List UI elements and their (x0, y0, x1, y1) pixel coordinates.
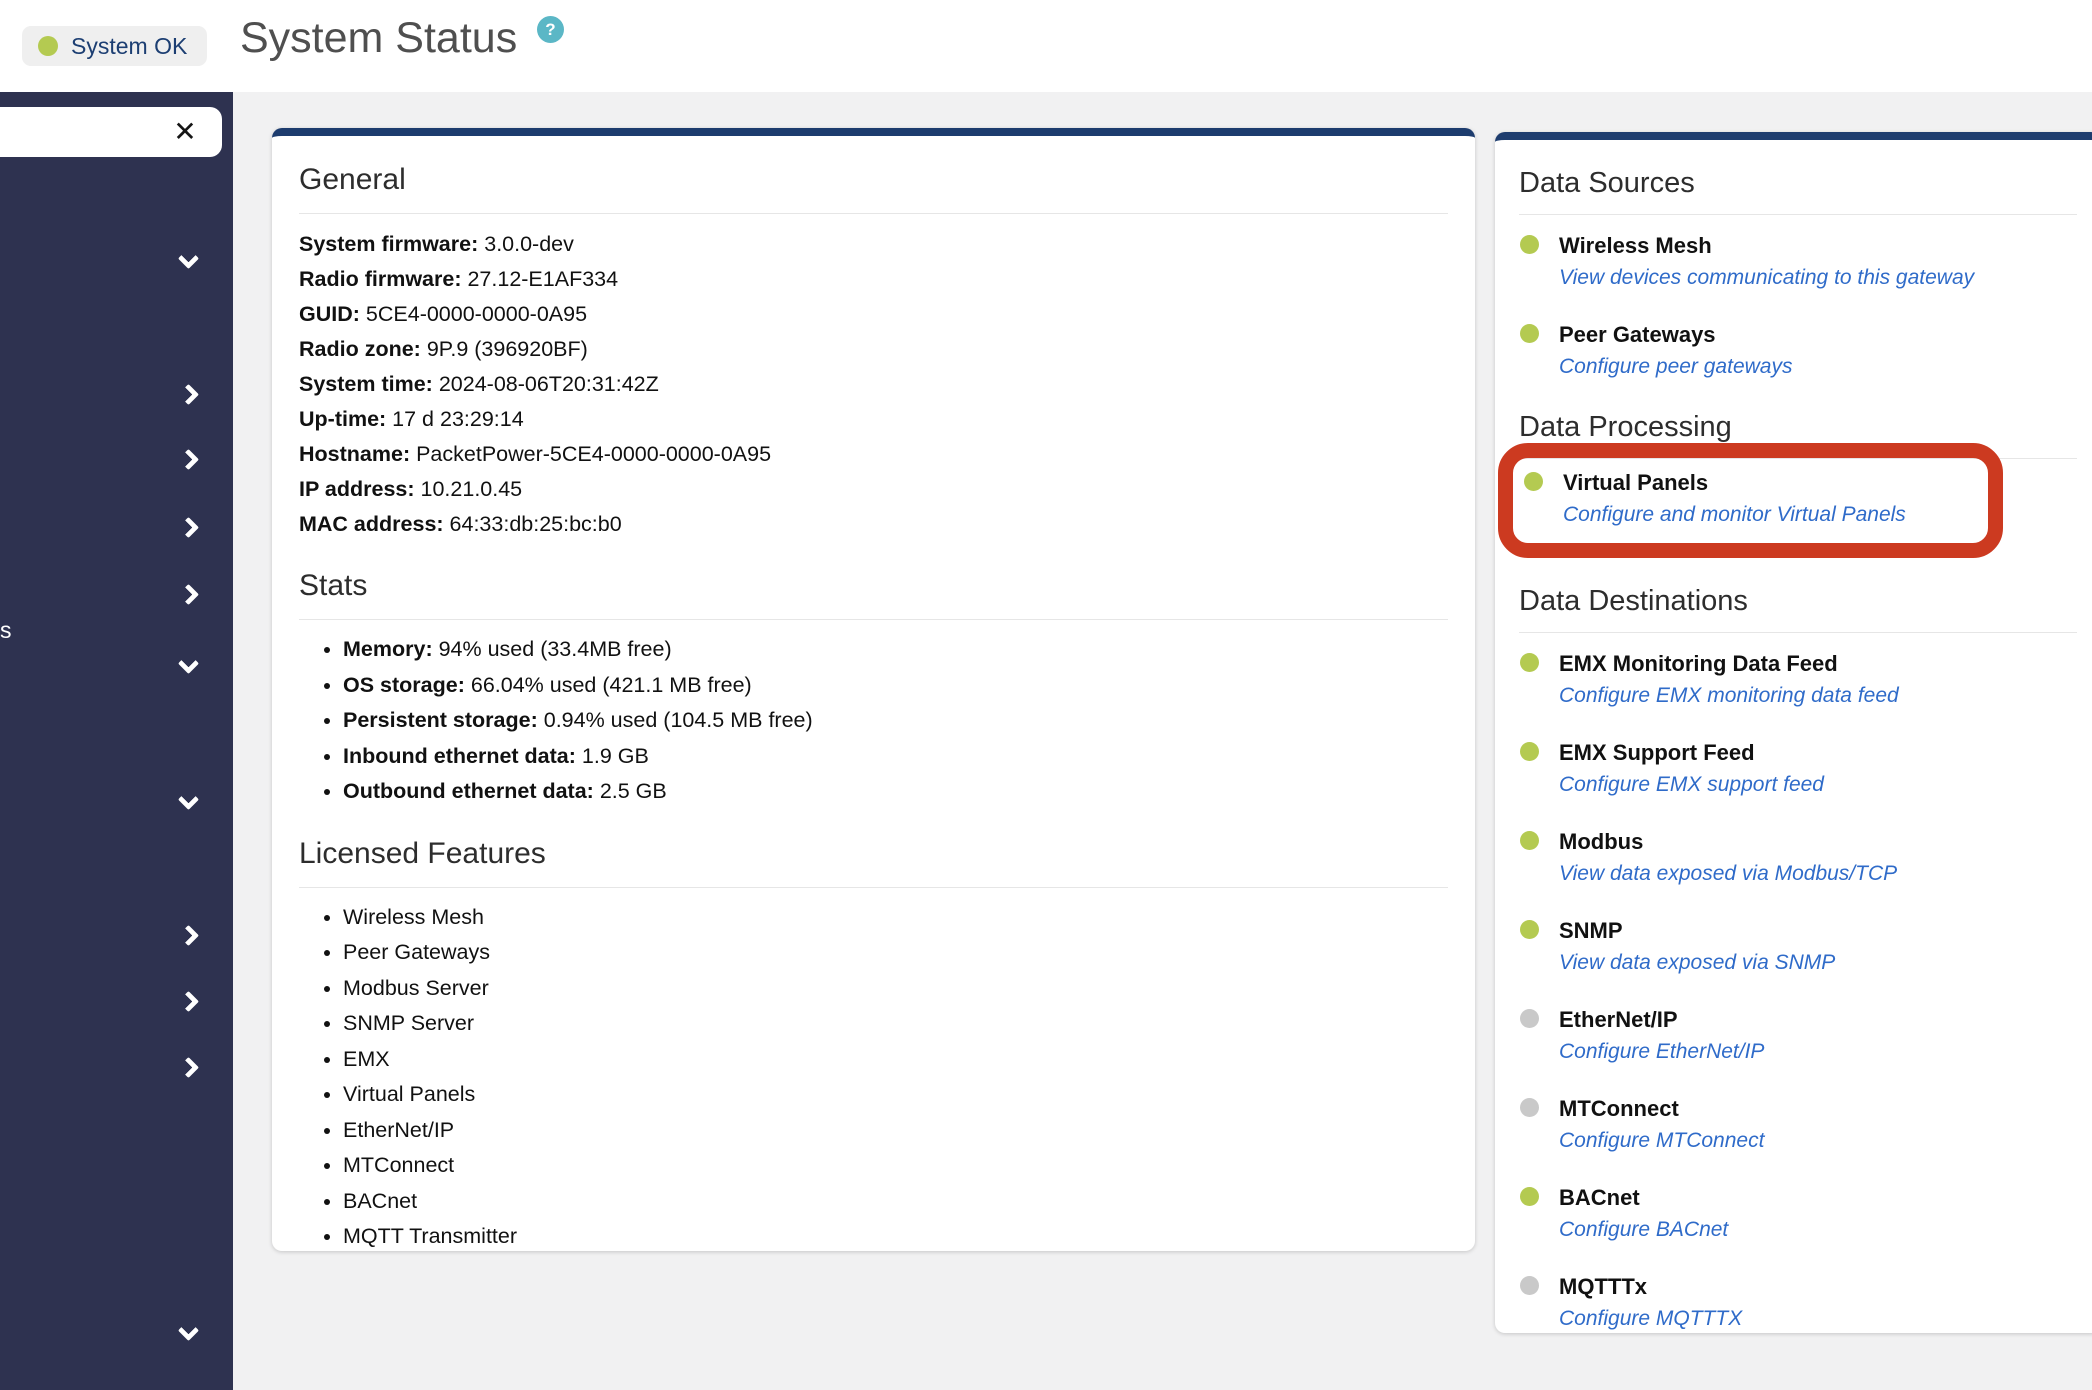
list-item-mtconnect: MTConnect Configure MTConnect (1519, 1093, 2077, 1158)
field-row: MAC address: 64:33:db:25:bc:b0 (299, 507, 1448, 542)
chevron-down-icon[interactable] (178, 653, 199, 674)
sidebar-truncated-label: s (0, 617, 12, 644)
item-link[interactable]: Configure peer gateways (1559, 350, 1792, 384)
status-dot-icon (1524, 472, 1543, 491)
status-badge-label: System OK (71, 33, 187, 60)
status-dot-icon (1520, 742, 1539, 761)
list-item: OS storage: 66.04% used (421.1 MB free) (343, 668, 1448, 704)
stats-title: Stats (299, 567, 1448, 605)
chevron-right-icon[interactable] (178, 449, 199, 470)
general-title: General (299, 161, 1448, 199)
item-link[interactable]: Configure EMX support feed (1559, 768, 1824, 802)
divider (299, 619, 1448, 620)
list-item: Persistent storage: 0.94% used (104.5 MB… (343, 703, 1448, 739)
list-item-bacnet: BACnet Configure BACnet (1519, 1182, 2077, 1247)
list-item-wireless-mesh: Wireless Mesh View devices communicating… (1519, 230, 2077, 295)
list-item: Wireless Mesh (343, 900, 1448, 936)
data-panel: Data Sources Wireless Mesh View devices … (1495, 132, 2092, 1333)
list-item: EMX (343, 1042, 1448, 1078)
item-link[interactable]: View devices communicating to this gatew… (1559, 261, 1974, 295)
chevron-down-icon[interactable] (178, 248, 199, 269)
list-item: EtherNet/IP (343, 1113, 1448, 1149)
divider (299, 213, 1448, 214)
list-item: BACnet (343, 1184, 1448, 1220)
chevron-right-icon[interactable] (178, 384, 199, 405)
item-link[interactable]: Configure EtherNet/IP (1559, 1035, 1764, 1069)
divider (1519, 632, 2077, 633)
divider (1519, 214, 2077, 215)
header: System OK System Status ? (0, 0, 2092, 92)
item-link[interactable]: Configure MQTTTX (1559, 1302, 1742, 1333)
general-fields: System firmware: 3.0.0-dev Radio firmwar… (299, 227, 1448, 542)
item-link[interactable]: Configure BACnet (1559, 1213, 1728, 1247)
data-destinations-title: Data Destinations (1519, 582, 2077, 620)
chevron-down-icon[interactable] (178, 789, 199, 810)
close-icon: ✕ (173, 116, 196, 147)
chevron-right-icon[interactable] (178, 991, 199, 1012)
item-link[interactable]: View data exposed via Modbus/TCP (1559, 857, 1897, 891)
item-link[interactable]: Configure MTConnect (1559, 1124, 1764, 1158)
item-link[interactable]: Configure and monitor Virtual Panels (1563, 498, 1906, 532)
status-ok-dot-icon (38, 36, 58, 56)
chevron-right-icon[interactable] (178, 1057, 199, 1078)
licensed-features-title: Licensed Features (299, 835, 1448, 873)
field-row: Up-time: 17 d 23:29:14 (299, 402, 1448, 437)
chevron-right-icon[interactable] (178, 925, 199, 946)
field-row: Hostname: PacketPower-5CE4-0000-0000-0A9… (299, 437, 1448, 472)
field-row: System firmware: 3.0.0-dev (299, 227, 1448, 262)
highlight-ring: Virtual Panels Configure and monitor Vir… (1498, 443, 2003, 558)
general-panel: General System firmware: 3.0.0-dev Radio… (272, 128, 1475, 1251)
list-item: MTConnect (343, 1148, 1448, 1184)
list-item-virtual-panels: Virtual Panels Configure and monitor Vir… (1523, 467, 1988, 532)
sidebar: ✕ s (0, 92, 233, 1390)
chevron-down-icon[interactable] (178, 1320, 199, 1341)
data-processing-title: Data Processing (1519, 408, 2077, 446)
status-dot-icon (1520, 1276, 1539, 1295)
divider (299, 887, 1448, 888)
data-sources-title: Data Sources (1519, 164, 2077, 202)
list-item-snmp: SNMP View data exposed via SNMP (1519, 915, 2077, 980)
list-item: Outbound ethernet data: 2.5 GB (343, 774, 1448, 810)
page-title: System Status (240, 8, 517, 68)
list-item-mqtttx: MQTTTx Configure MQTTTX (1519, 1271, 2077, 1333)
licensed-features-list: Wireless Mesh Peer Gateways Modbus Serve… (299, 900, 1448, 1252)
list-item-peer-gateways: Peer Gateways Configure peer gateways (1519, 319, 2077, 384)
item-link[interactable]: Configure EMX monitoring data feed (1559, 679, 1899, 713)
status-dot-icon (1520, 324, 1539, 343)
list-item: MQTT Transmitter (343, 1219, 1448, 1251)
status-dot-icon (1520, 235, 1539, 254)
list-item: Virtual Panels (343, 1077, 1448, 1113)
field-row: GUID: 5CE4-0000-0000-0A95 (299, 297, 1448, 332)
field-row: System time: 2024-08-06T20:31:42Z (299, 367, 1448, 402)
status-dot-icon (1520, 1098, 1539, 1117)
list-item-modbus: Modbus View data exposed via Modbus/TCP (1519, 826, 2077, 891)
list-item-emx-support: EMX Support Feed Configure EMX support f… (1519, 737, 2077, 802)
chevron-right-icon[interactable] (178, 517, 199, 538)
status-dot-icon (1520, 1009, 1539, 1028)
list-item: Memory: 94% used (33.4MB free) (343, 632, 1448, 668)
sidebar-close-button[interactable]: ✕ (169, 116, 201, 148)
status-dot-icon (1520, 1187, 1539, 1206)
item-link[interactable]: View data exposed via SNMP (1559, 946, 1835, 980)
status-dot-icon (1520, 831, 1539, 850)
field-row: Radio firmware: 27.12-E1AF334 (299, 262, 1448, 297)
stats-list: Memory: 94% used (33.4MB free) OS storag… (299, 632, 1448, 810)
list-item-emx-monitoring: EMX Monitoring Data Feed Configure EMX m… (1519, 648, 2077, 713)
chevron-right-icon[interactable] (178, 584, 199, 605)
list-item: SNMP Server (343, 1006, 1448, 1042)
status-badge: System OK (22, 26, 207, 66)
field-row: IP address: 10.21.0.45 (299, 472, 1448, 507)
status-dot-icon (1520, 653, 1539, 672)
list-item: Peer Gateways (343, 935, 1448, 971)
list-item: Modbus Server (343, 971, 1448, 1007)
help-icon[interactable]: ? (537, 16, 564, 43)
field-row: Radio zone: 9P.9 (396920BF) (299, 332, 1448, 367)
sidebar-menu-header: ✕ (0, 107, 222, 157)
list-item: Inbound ethernet data: 1.9 GB (343, 739, 1448, 775)
status-dot-icon (1520, 920, 1539, 939)
list-item-ethernet-ip: EtherNet/IP Configure EtherNet/IP (1519, 1004, 2077, 1069)
